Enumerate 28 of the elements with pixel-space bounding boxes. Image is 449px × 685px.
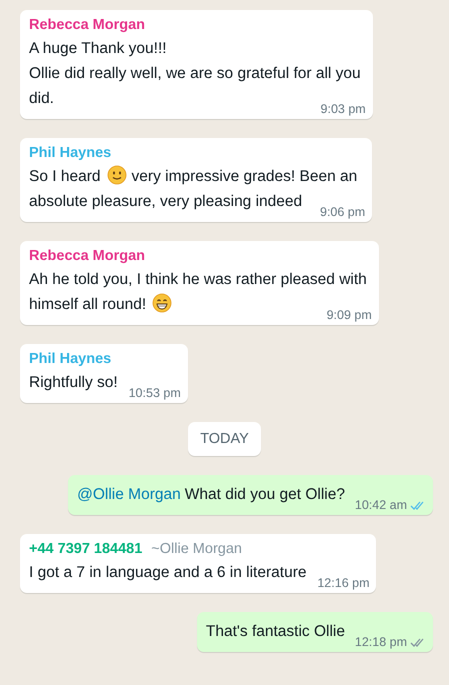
message-text: very impressive grades! Been an [132,168,358,185]
message-time: 9:09 pm [326,308,372,322]
sender-name: +44 7397 184481 [29,541,142,557]
message-text: So I heard [29,168,101,185]
message-text: A huge Thank you!!! [29,40,167,57]
message-time: 9:06 pm [320,205,366,219]
message-time: 12:16 pm [317,576,370,590]
message-text: That's fantastic Ollie [206,623,345,640]
sender-name: Phil Haynes [29,351,112,367]
message-time: 10:53 pm [128,386,181,400]
smiling-face-icon [106,165,127,185]
message-time: 10:42 am [354,498,407,512]
message-text: absolute pleasure, very pleasing indeed [29,193,302,210]
message-text: I got a 7 in language and a 6 in literature [29,564,306,581]
message-text: What did you get Ollie? [184,486,345,503]
message-time: 9:03 pm [320,102,366,116]
sender-alias: ~Ollie Morgan [151,541,242,557]
message-text: Ah he told you, I think he was rather pleased with [29,271,367,288]
message-text: himself all round! [29,296,146,313]
message-text: Ollie did really well, we are so grateful for all you [29,65,361,82]
mention-link[interactable]: @Ollie Morgan [77,486,181,503]
grinning-face-icon [152,293,172,313]
message-text: did. [29,90,54,107]
sender-name: Rebecca Morgan [29,17,146,33]
sender-name: Rebecca Morgan [29,248,146,264]
message-text: Rightfully so! [29,374,118,391]
message-time: 12:18 pm [354,635,407,649]
sender-name: Phil Haynes [29,145,112,161]
